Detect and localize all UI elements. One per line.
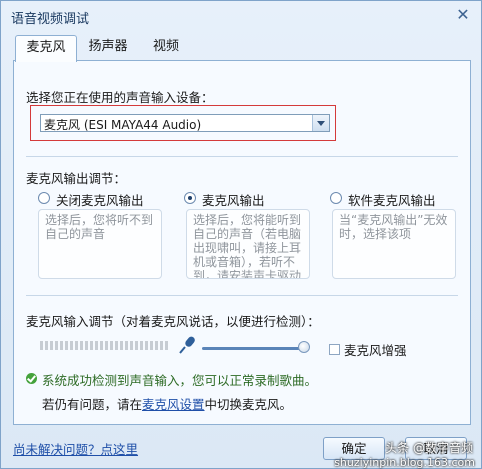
microphone-panel: 选择您正在使用的声音输入设备： 麦克风 (ESI MAYA44 Audio) 麦… — [13, 60, 471, 425]
meter-segment — [80, 341, 83, 350]
dialog-window: 语音视频调试 ✕ 麦克风 扬声器 视频 选择您正在使用的声音输入设备： 麦克风 … — [0, 0, 482, 469]
device-select-value: 麦克风 (ESI MAYA44 Audio) — [44, 118, 202, 132]
meter-segment — [165, 341, 168, 350]
output-label: 麦克风输出调节： — [26, 171, 127, 186]
meter-segment — [70, 341, 73, 350]
option-mic-output-on-desc: 选择后，您将能听到自己的声音（若电脑出现啸叫，请接上耳机或音箱），若听不到，请安… — [186, 209, 310, 279]
tab-microphone[interactable]: 麦克风 — [15, 35, 77, 62]
meter-segment — [85, 341, 88, 350]
tab-video[interactable]: 视频 — [139, 35, 193, 60]
option-mic-output-off-desc: 选择后，您将听不到自己的声音 — [38, 209, 162, 279]
watermark-line1: 头条 @数字音频 — [385, 441, 473, 455]
hint-text: 若仍有问题，请在麦克风设置中切换麦克风。 — [42, 394, 292, 413]
input-level-meter — [40, 341, 170, 350]
mic-settings-link[interactable]: 麦克风设置 — [142, 397, 205, 412]
meter-segment — [60, 341, 63, 350]
meter-segment — [130, 341, 133, 350]
radio-mic-output-on[interactable] — [184, 192, 196, 204]
meter-segment — [90, 341, 93, 350]
help-link[interactable]: 尚未解决问题？点这里 — [13, 439, 138, 458]
radio-mic-output-off[interactable] — [38, 192, 50, 204]
device-select[interactable]: 麦克风 (ESI MAYA44 Audio) — [40, 114, 330, 132]
meter-segment — [125, 341, 128, 350]
radio-software-mic-output[interactable] — [330, 192, 342, 204]
check-circle-icon — [26, 373, 37, 384]
option-software-mic-output-desc: 当“麦克风输出”无效时，选择该项 — [332, 209, 456, 279]
meter-segment — [45, 341, 48, 350]
window-title: 语音视频调试 — [11, 12, 90, 27]
input-volume-track[interactable] — [202, 347, 302, 350]
meter-segment — [155, 341, 158, 350]
meter-segment — [150, 341, 153, 350]
option-mic-output-on-label[interactable]: 麦克风输出 — [202, 190, 265, 209]
meter-segment — [140, 341, 143, 350]
device-highlight-box: 麦克风 (ESI MAYA44 Audio) — [30, 105, 336, 141]
meter-segment — [135, 341, 138, 350]
meter-segment — [145, 341, 148, 350]
option-mic-output-off-label[interactable]: 关闭麦克风输出 — [56, 190, 144, 209]
meter-segment — [160, 341, 163, 350]
meter-segment — [55, 341, 58, 350]
title-bar[interactable]: 语音视频调试 ✕ — [1, 1, 481, 31]
meter-segment — [75, 341, 78, 350]
meter-segment — [100, 341, 103, 350]
microphone-icon — [178, 335, 198, 355]
meter-segment — [95, 341, 98, 350]
detection-status: 系统成功检测到声音输入，您可以正常录制歌曲。 — [42, 373, 318, 388]
option-software-mic-output-label[interactable]: 软件麦克风输出 — [348, 190, 436, 209]
divider — [26, 156, 458, 157]
device-label: 选择您正在使用的声音输入设备： — [26, 90, 214, 105]
input-volume-slider[interactable] — [298, 341, 310, 353]
tab-speaker[interactable]: 扬声器 — [77, 35, 139, 60]
meter-segment — [110, 341, 113, 350]
mic-boost-checkbox[interactable] — [329, 344, 340, 355]
hint-suffix: 中切换麦克风。 — [204, 397, 293, 412]
meter-segment — [50, 341, 53, 350]
meter-segment — [40, 341, 43, 350]
chevron-down-icon[interactable] — [312, 115, 329, 131]
input-label: 麦克风输入调节（对着麦克风说话，以便进行检测）： — [26, 314, 320, 329]
hint-prefix: 若仍有问题，请在 — [42, 397, 143, 412]
divider — [26, 295, 458, 296]
close-icon[interactable]: ✕ — [455, 7, 471, 23]
meter-segment — [115, 341, 118, 350]
watermark-line2: shuziyinpin.blog.163.com — [334, 456, 475, 469]
mic-boost-label[interactable]: 麦克风增强 — [344, 340, 407, 359]
meter-segment — [120, 341, 123, 350]
meter-segment — [65, 341, 68, 350]
meter-segment — [105, 341, 108, 350]
